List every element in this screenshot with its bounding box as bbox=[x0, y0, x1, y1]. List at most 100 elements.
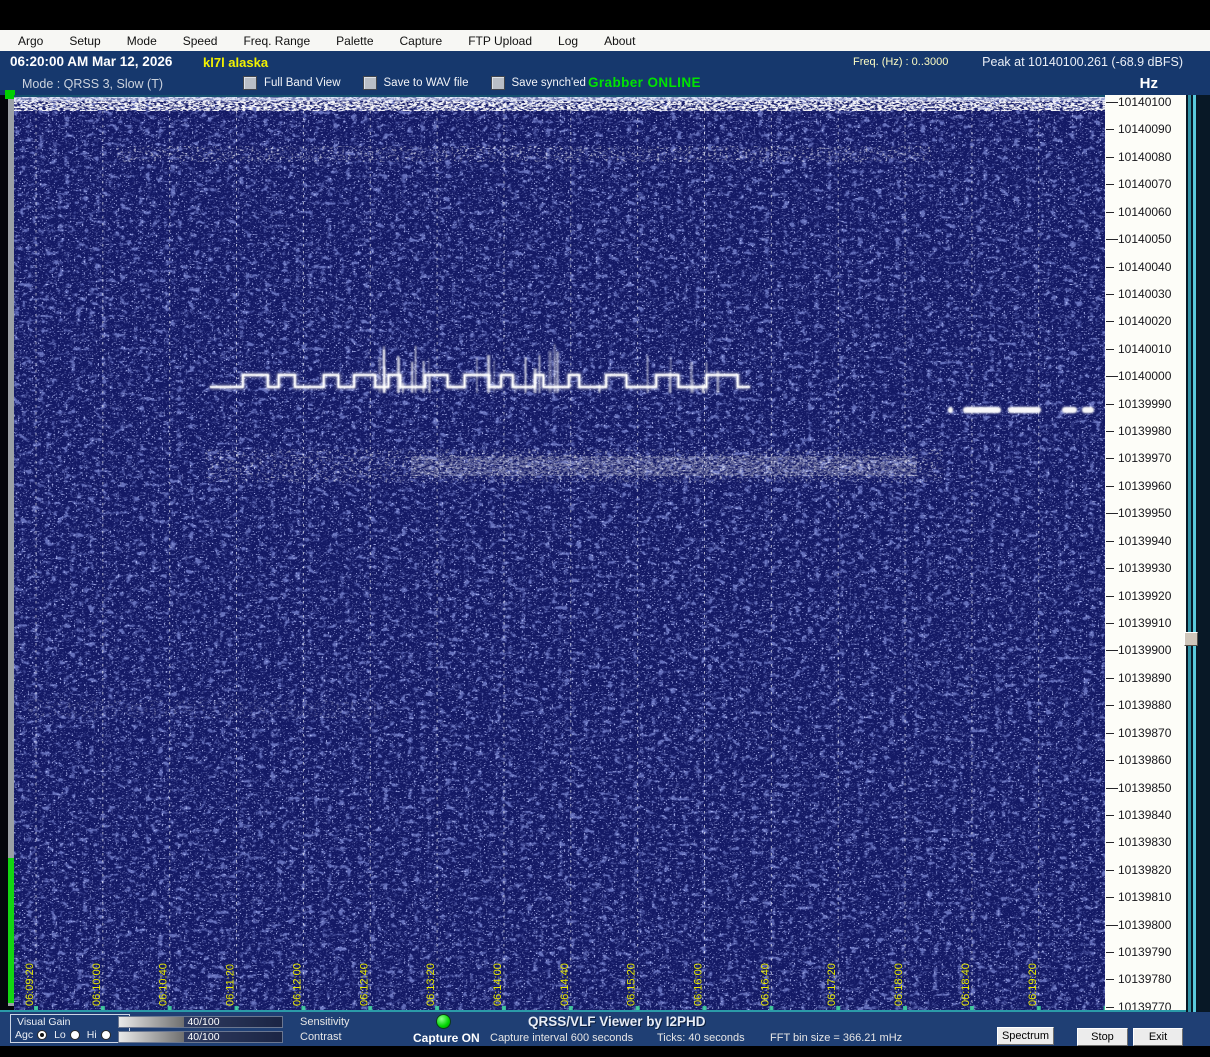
capture-led-icon bbox=[436, 1014, 451, 1029]
checkbox-label: Save to WAV file bbox=[383, 77, 469, 89]
checkbox-icon[interactable] bbox=[490, 76, 505, 90]
grabber-status: Grabber ONLINE bbox=[588, 75, 701, 90]
main-display-area: 06:09:20 06:10:00 06:10:40 06:11:20 06:12:00… bbox=[0, 90, 1210, 1014]
capture-status: Capture ON bbox=[413, 1031, 480, 1045]
contrast-label: Contrast bbox=[300, 1031, 342, 1043]
radio-icon[interactable] bbox=[100, 1030, 111, 1040]
freq-range-readout: Freq. (Hz) : 0..3000 bbox=[853, 56, 949, 68]
freq-tick bbox=[1106, 595, 1114, 597]
checkbox-save-to-wav-file[interactable]: Save to WAV file bbox=[362, 76, 469, 90]
time-axis-label: 06:09:20 bbox=[24, 963, 36, 1006]
checkbox-group: Full Band View Save to WAV file Save synch… bbox=[243, 76, 586, 90]
freq-axis-label: 10139870 bbox=[1118, 725, 1172, 740]
freq-axis-label: 10140060 bbox=[1118, 204, 1172, 219]
time-axis-label: 06:18:00 bbox=[893, 963, 905, 1006]
menu-item-argo[interactable]: Argo bbox=[18, 34, 43, 48]
time-axis-label: 06:16:40 bbox=[759, 963, 771, 1006]
visual-gain-option-lo[interactable]: Lo bbox=[54, 1029, 80, 1041]
freq-axis-label: 10140020 bbox=[1118, 314, 1172, 329]
clock-datetime: 06:20:00 AM Mar 12, 2026 bbox=[10, 54, 173, 69]
radio-icon[interactable] bbox=[69, 1030, 80, 1040]
freq-tick bbox=[1106, 540, 1114, 542]
checkbox-icon[interactable] bbox=[243, 76, 257, 90]
menu-item-about[interactable]: About bbox=[604, 34, 635, 48]
title-bar: 06:20:00 AM Mar 12, 2026 kl7l alaska Fre… bbox=[0, 51, 1210, 72]
freq-tick bbox=[1106, 102, 1118, 103]
freq-axis-label: 10139880 bbox=[1118, 698, 1172, 713]
waterfall-display[interactable]: 06:09:20 06:10:00 06:10:40 06:11:20 06:12:00… bbox=[14, 95, 1105, 1012]
fft-bin-info: FFT bin size = 366.21 mHz bbox=[770, 1032, 903, 1044]
ticks-info: Ticks: 40 seconds bbox=[657, 1032, 745, 1044]
freq-axis-label: 10139980 bbox=[1118, 424, 1172, 439]
freq-tick bbox=[1106, 376, 1118, 378]
freq-tick bbox=[1106, 897, 1114, 899]
bottom-black-strip bbox=[0, 1046, 1210, 1057]
visual-gain-group: Visual Gain Agc Lo Hi bbox=[10, 1014, 130, 1043]
time-axis-label: 06:10:00 bbox=[91, 963, 103, 1006]
menu-item-freq-range[interactable]: Freq. Range bbox=[243, 34, 310, 48]
checkbox-save-synch-ed[interactable]: Save synch'ed bbox=[490, 76, 586, 90]
freq-axis-unit: Hz bbox=[1139, 75, 1158, 92]
argo-window: Argo Setup Mode Speed Freq. Range Palette Capt… bbox=[0, 0, 1210, 1057]
radio-icon[interactable] bbox=[37, 1030, 48, 1040]
freq-tick bbox=[1106, 622, 1114, 624]
freq-tick bbox=[1106, 293, 1114, 295]
freq-tick bbox=[1106, 348, 1114, 350]
freq-axis-label: 10140050 bbox=[1118, 232, 1172, 247]
freq-axis-label: 10139960 bbox=[1118, 478, 1172, 493]
freq-axis-label: 10140100 bbox=[1118, 95, 1172, 109]
freq-axis-label: 10140000 bbox=[1118, 369, 1172, 384]
time-axis-label: 06:19:20 bbox=[1027, 963, 1039, 1006]
freq-axis-label: 10139820 bbox=[1118, 862, 1172, 877]
freq-axis-label: 10139830 bbox=[1118, 835, 1172, 850]
freq-tick bbox=[1106, 129, 1114, 131]
freq-tick bbox=[1106, 842, 1114, 844]
freq-axis-label: 10140010 bbox=[1118, 341, 1172, 356]
status-bar: Visual Gain Agc Lo Hi 40/100 40/100 Sensit… bbox=[0, 1012, 1210, 1046]
menu-item-mode[interactable]: Mode bbox=[127, 34, 157, 48]
app-title: QRSS/VLF Viewer by I2PHD bbox=[528, 1014, 706, 1029]
checkbox-full-band-view[interactable]: Full Band View bbox=[243, 76, 341, 90]
freq-axis-label: 10139970 bbox=[1118, 451, 1172, 466]
checkbox-icon[interactable] bbox=[362, 76, 377, 90]
freq-tick bbox=[1106, 760, 1114, 762]
radio-label: Lo bbox=[54, 1029, 66, 1041]
freq-tick bbox=[1106, 732, 1114, 734]
freq-tick bbox=[1106, 979, 1114, 981]
time-axis-label: 06:10:40 bbox=[158, 963, 170, 1006]
freq-tick bbox=[1106, 787, 1118, 789]
menu-item-ftp-upload[interactable]: FTP Upload bbox=[468, 34, 532, 48]
window-border-line-inner bbox=[1193, 95, 1196, 1012]
spectrum-button[interactable]: Spectrum bbox=[997, 1027, 1054, 1045]
menu-item-speed[interactable]: Speed bbox=[183, 34, 218, 48]
visual-gain-title: Visual Gain bbox=[17, 1016, 71, 1028]
freq-axis-label: 10139990 bbox=[1118, 396, 1172, 411]
freq-axis-label: 10140070 bbox=[1118, 177, 1172, 192]
time-axis-label: 06:11:20 bbox=[225, 964, 237, 1006]
freq-tick bbox=[1106, 568, 1114, 570]
visual-gain-option-hi[interactable]: Hi bbox=[87, 1029, 111, 1041]
scrollbar-thumb[interactable] bbox=[1184, 632, 1198, 646]
time-axis-label: 06:12:00 bbox=[291, 963, 303, 1006]
time-axis-label: 06:14:40 bbox=[559, 963, 571, 1006]
menu-item-capture[interactable]: Capture bbox=[400, 34, 443, 48]
freq-axis-label: 10139860 bbox=[1118, 753, 1172, 768]
freq-tick bbox=[1106, 485, 1114, 487]
menu-item-setup[interactable]: Setup bbox=[69, 34, 100, 48]
freq-axis-label: 10139910 bbox=[1118, 615, 1172, 630]
freq-tick bbox=[1106, 458, 1114, 460]
visual-gain-option-agc[interactable]: Agc bbox=[15, 1029, 48, 1041]
menu-item-palette[interactable]: Palette bbox=[336, 34, 373, 48]
mode-bar: Mode : QRSS 3, Slow (T) Full Band View Sa… bbox=[0, 72, 1210, 95]
stop-button[interactable]: Stop bbox=[1077, 1028, 1128, 1046]
freq-axis-label: 10139930 bbox=[1118, 561, 1172, 576]
time-axis-label: 06:17:20 bbox=[826, 963, 838, 1006]
menu-item-log[interactable]: Log bbox=[558, 34, 578, 48]
station-callsign: kl7l alaska bbox=[203, 55, 269, 70]
contrast-slider[interactable]: 40/100 bbox=[118, 1031, 283, 1043]
freq-tick bbox=[1106, 156, 1114, 158]
freq-tick bbox=[1106, 814, 1114, 816]
exit-button[interactable]: Exit bbox=[1133, 1028, 1183, 1046]
freq-tick bbox=[1106, 431, 1114, 433]
sensitivity-slider[interactable]: 40/100 bbox=[118, 1016, 283, 1028]
